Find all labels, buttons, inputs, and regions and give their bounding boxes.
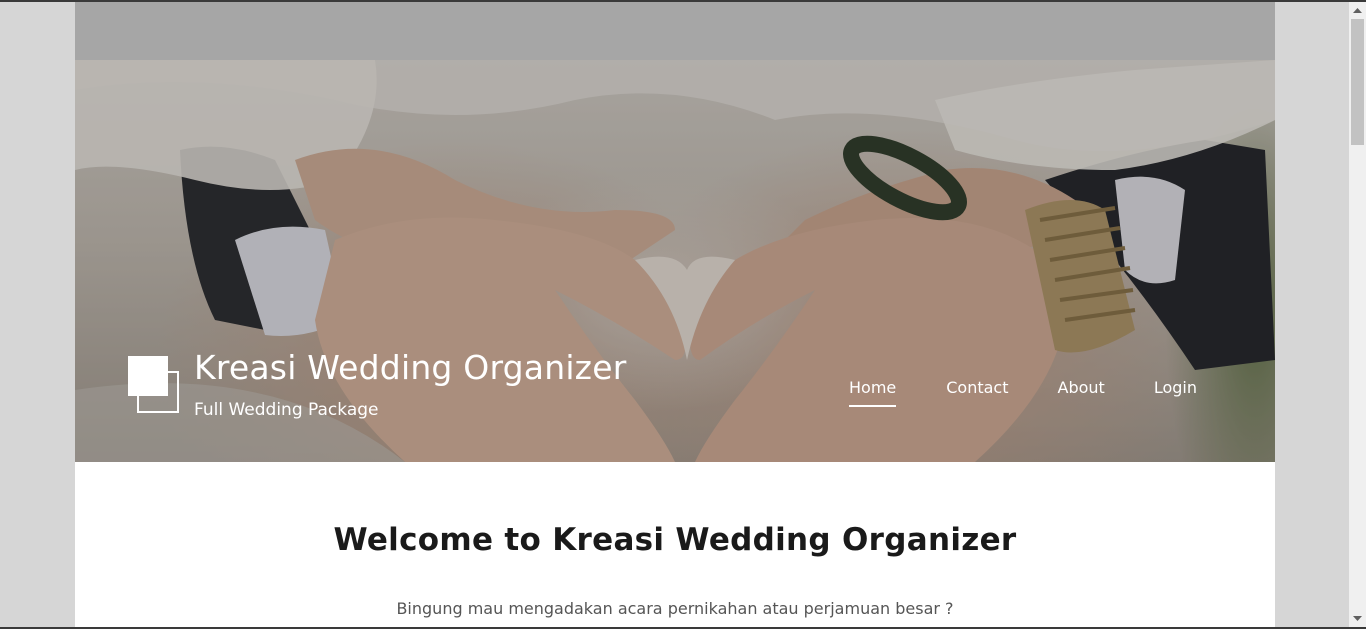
site-tagline: Full Wedding Package	[194, 400, 379, 420]
scroll-up-arrow-icon[interactable]	[1349, 2, 1366, 19]
main-nav: Home Contact About Login	[849, 378, 1197, 407]
logo-squares-icon[interactable]	[128, 356, 182, 416]
site-title[interactable]: Kreasi Wedding Organizer	[194, 348, 626, 387]
page-container: Kreasi Wedding Organizer Full Wedding Pa…	[75, 2, 1275, 629]
welcome-heading: Welcome to Kreasi Wedding Organizer	[333, 522, 1017, 558]
scroll-down-arrow-icon[interactable]	[1349, 610, 1366, 627]
nav-home-link[interactable]: Home	[849, 378, 897, 407]
logo-front-square	[128, 356, 168, 396]
top-bar	[75, 2, 1275, 60]
intro-text: Bingung mau mengadakan acara pernikahan …	[396, 599, 954, 618]
nav-about-link[interactable]: About	[1058, 378, 1105, 407]
scrollbar-thumb[interactable]	[1351, 19, 1364, 145]
vertical-scrollbar[interactable]	[1349, 2, 1366, 627]
nav-login-link[interactable]: Login	[1154, 378, 1197, 407]
nav-contact-link[interactable]: Contact	[946, 378, 1008, 407]
hero-banner: Kreasi Wedding Organizer Full Wedding Pa…	[75, 60, 1275, 462]
